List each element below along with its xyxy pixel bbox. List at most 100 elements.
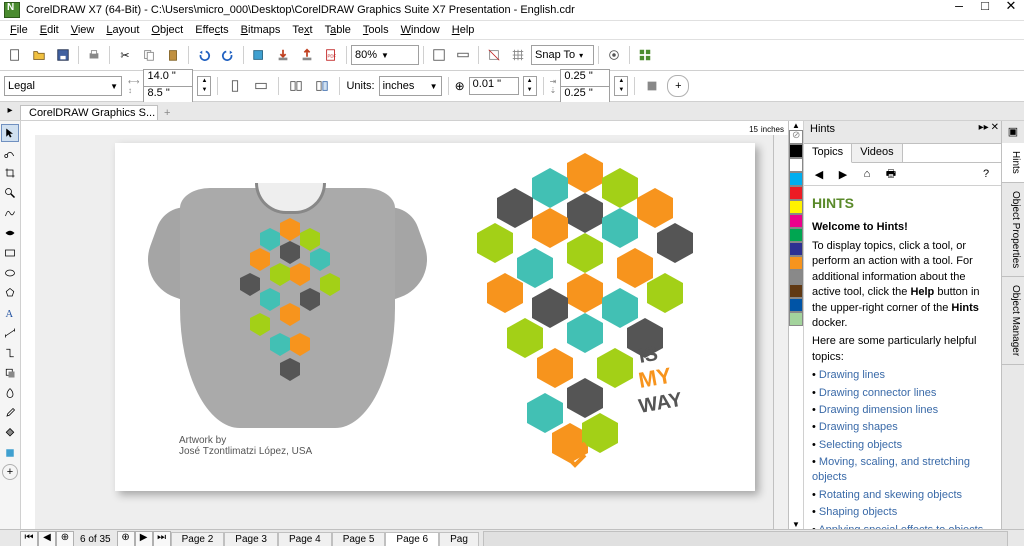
next-page-button[interactable]: ▶ [135, 531, 153, 546]
duplicate-y-input[interactable]: 0.25 " [560, 86, 610, 104]
hint-topic-link[interactable]: Drawing lines [812, 368, 993, 383]
publish-pdf-button[interactable]: PDF [320, 44, 342, 66]
show-rulers-button[interactable] [452, 44, 474, 66]
menu-object[interactable]: Object [145, 24, 189, 36]
zoom-dropdown[interactable]: 80%▼ [351, 45, 419, 65]
color-swatch[interactable] [789, 158, 803, 172]
units-dropdown[interactable]: inches▼ [379, 76, 442, 96]
page-size-spinner[interactable]: ▲▼ [197, 76, 211, 96]
menu-effects[interactable]: Effects [189, 24, 234, 36]
color-swatch[interactable] [789, 256, 803, 270]
hint-topic-link[interactable]: Rotating and skewing objects [812, 488, 993, 503]
side-tab-picker-icon[interactable]: ▣ [1002, 125, 1024, 143]
side-tab-object-manager[interactable]: Object Manager [1002, 277, 1024, 365]
color-swatch[interactable] [789, 144, 803, 158]
page-height-input[interactable]: 8.5 " [143, 86, 193, 104]
menu-text[interactable]: Text [286, 24, 318, 36]
drop-shadow-tool[interactable] [1, 364, 19, 382]
open-button[interactable] [28, 44, 50, 66]
menu-view[interactable]: View [65, 24, 101, 36]
toolbox-customize-button[interactable]: + [2, 464, 18, 480]
pick-tool[interactable] [1, 124, 19, 142]
page-tab[interactable]: Pag [439, 532, 479, 546]
fullscreen-preview-button[interactable] [428, 44, 450, 66]
polygon-tool[interactable] [1, 284, 19, 302]
save-button[interactable] [52, 44, 74, 66]
page-tab[interactable]: Page 6 [385, 532, 439, 546]
artistic-media-tool[interactable] [1, 224, 19, 242]
minimize-button[interactable]: — [948, 0, 970, 16]
page-width-input[interactable]: 14.0 " [143, 69, 193, 87]
menu-help[interactable]: Help [446, 24, 481, 36]
hints-home-button[interactable]: ⌂ [856, 163, 878, 185]
maximize-button[interactable]: □ [974, 0, 996, 16]
ellipse-tool[interactable] [1, 264, 19, 282]
page-tab[interactable]: Page 2 [171, 532, 225, 546]
new-button[interactable] [4, 44, 26, 66]
rectangle-tool[interactable] [1, 244, 19, 262]
color-swatch[interactable] [789, 214, 803, 228]
crop-tool[interactable] [1, 164, 19, 182]
side-tab-object-properties[interactable]: Object Properties [1002, 183, 1024, 277]
quick-customize-button[interactable]: + [667, 75, 689, 97]
document-tab[interactable]: CorelDRAW Graphics S... [20, 105, 158, 120]
color-swatch[interactable] [789, 284, 803, 298]
color-swatch[interactable] [789, 312, 803, 326]
page-tab[interactable]: Page 3 [224, 532, 278, 546]
hint-topic-link[interactable]: Drawing shapes [812, 420, 993, 435]
print-button[interactable] [83, 44, 105, 66]
nudge-spinner[interactable]: ▲▼ [523, 76, 537, 96]
menu-window[interactable]: Window [395, 24, 446, 36]
hints-help-button[interactable]: ? [975, 163, 997, 185]
nudge-input[interactable]: 0.01 " [469, 77, 519, 95]
hint-topic-link[interactable]: Drawing connector lines [812, 386, 993, 401]
palette-up-button[interactable]: ▲ [789, 121, 803, 130]
vertical-ruler[interactable] [21, 135, 36, 529]
parallel-dimension-tool[interactable] [1, 324, 19, 342]
new-document-tab[interactable]: + [158, 106, 176, 120]
palette-down-button[interactable]: ▼ [789, 520, 803, 529]
hints-print-button[interactable]: 🖶 [880, 163, 902, 185]
transparency-tool[interactable] [1, 384, 19, 402]
menu-layout[interactable]: Layout [100, 24, 145, 36]
hint-topic-link[interactable]: Selecting objects [812, 438, 993, 453]
color-swatch[interactable] [789, 186, 803, 200]
menu-tools[interactable]: Tools [357, 24, 395, 36]
color-swatch[interactable] [789, 228, 803, 242]
docker-close-button[interactable]: ✕ [991, 122, 999, 133]
portrait-button[interactable] [224, 75, 246, 97]
color-swatch[interactable] [789, 200, 803, 214]
menu-edit[interactable]: Edit [34, 24, 65, 36]
smart-fill-tool[interactable] [1, 444, 19, 462]
horizontal-ruler[interactable]: 15 inches [21, 121, 788, 136]
undo-button[interactable] [193, 44, 215, 66]
menu-bitmaps[interactable]: Bitmaps [235, 24, 287, 36]
snap-off-button[interactable] [483, 44, 505, 66]
add-page-before-button[interactable]: ⊕ [56, 531, 74, 546]
search-content-button[interactable] [248, 44, 270, 66]
hints-back-button[interactable]: ◀ [808, 163, 830, 185]
shape-tool[interactable] [1, 144, 19, 162]
last-page-button[interactable]: ⏭ [153, 531, 171, 546]
close-button[interactable]: ✕ [1000, 0, 1022, 16]
interactive-fill-tool[interactable] [1, 424, 19, 442]
hint-topic-link[interactable]: Applying special effects to objects [812, 523, 993, 529]
add-page-after-button[interactable]: ⊕ [117, 531, 135, 546]
export-button[interactable] [296, 44, 318, 66]
hint-topic-link[interactable]: Shaping objects [812, 505, 993, 520]
side-tab-hints[interactable]: Hints [1002, 143, 1024, 183]
color-swatch[interactable] [789, 172, 803, 186]
hint-topic-link[interactable]: Moving, scaling, and stretching objects [812, 455, 993, 486]
all-pages-button[interactable] [285, 75, 307, 97]
color-swatch[interactable] [789, 270, 803, 284]
drawing-canvas[interactable]: IS MY WAY Artwork by José Tzontlimatzi L… [35, 135, 788, 529]
document-menu-icon[interactable]: ▸ [4, 105, 16, 117]
no-color-swatch[interactable]: ⊘ [789, 130, 803, 144]
copy-button[interactable] [138, 44, 160, 66]
tab-videos[interactable]: Videos [852, 144, 902, 162]
color-swatch[interactable] [789, 298, 803, 312]
page-preset-dropdown[interactable]: Legal▼ [4, 76, 122, 96]
cut-button[interactable]: ✂ [114, 44, 136, 66]
options-button[interactable] [603, 44, 625, 66]
docker-collapse-button[interactable]: ▸▸ [979, 122, 989, 133]
